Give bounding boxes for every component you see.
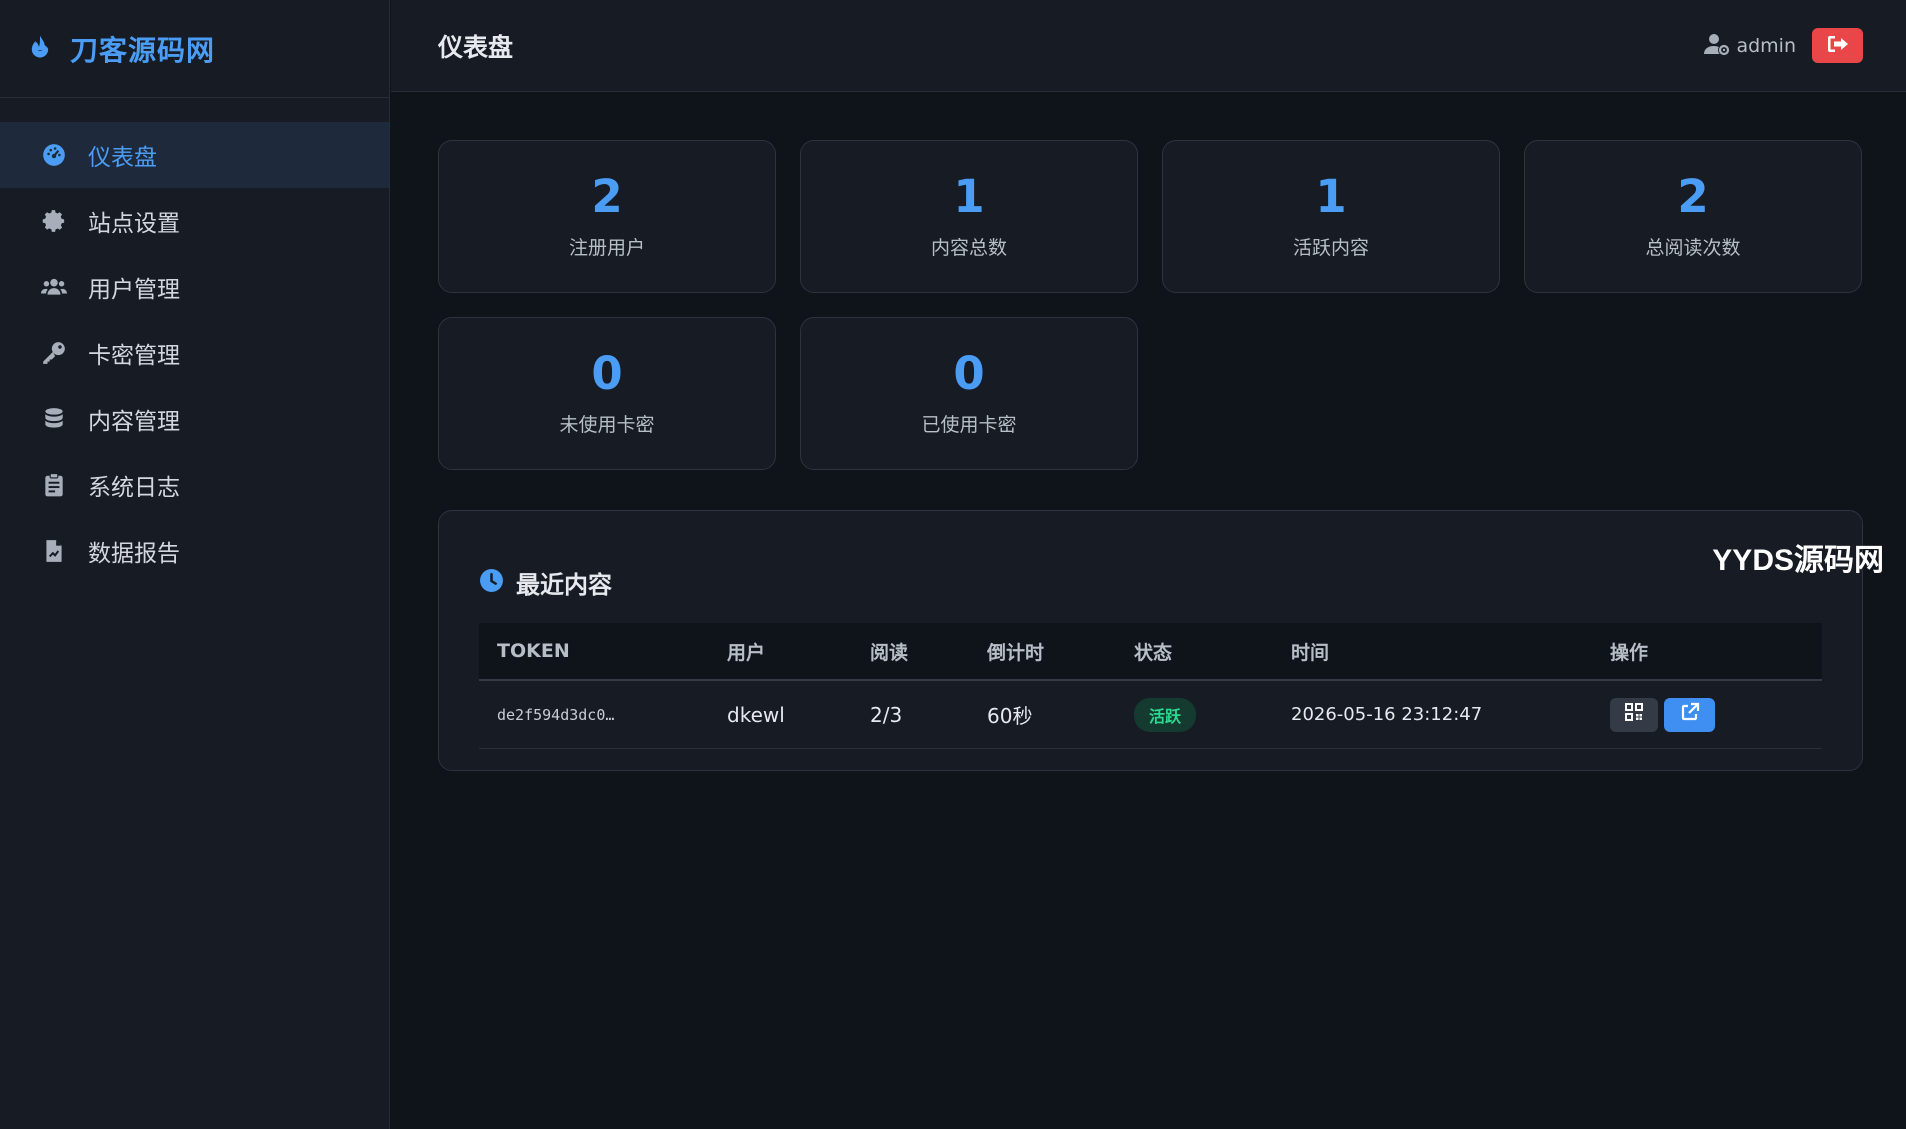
sidebar-nav: 仪表盘 站点设置 用户管理 卡密管理 内容管理 系统日志 数据报告 bbox=[0, 122, 389, 584]
watermark: YYDS源码网 bbox=[1712, 544, 1884, 577]
cell-time: 2026-05-16 23:12:47 bbox=[1291, 704, 1483, 725]
sidebar-item-user-management[interactable]: 用户管理 bbox=[0, 254, 389, 320]
stat-card-total-content: 1 内容总数 bbox=[800, 140, 1138, 293]
status-badge: 活跃 bbox=[1134, 697, 1197, 732]
column-header-countdown: 倒计时 bbox=[987, 641, 1045, 664]
gear-icon bbox=[40, 207, 68, 235]
stat-label: 总阅读次数 bbox=[1645, 236, 1741, 259]
column-header-token: TOKEN bbox=[497, 640, 570, 662]
stat-label: 活跃内容 bbox=[1292, 236, 1369, 259]
sidebar-item-label: 站点设置 bbox=[88, 211, 180, 237]
fire-icon bbox=[26, 33, 54, 65]
stat-value: 2 bbox=[591, 169, 623, 223]
sidebar-item-label: 数据报告 bbox=[88, 541, 180, 567]
sidebar-item-card-management[interactable]: 卡密管理 bbox=[0, 320, 389, 386]
brand-name: 刀客源码网 bbox=[70, 33, 216, 67]
cell-countdown: 60秒 bbox=[987, 704, 1033, 728]
table-header: TOKEN 用户 阅读 倒计时 状态 时间 操作 bbox=[479, 623, 1822, 681]
column-header-time: 时间 bbox=[1291, 641, 1330, 664]
stat-value: 1 bbox=[953, 169, 985, 223]
recent-content-table: TOKEN 用户 阅读 倒计时 状态 时间 操作 de2f594d3dc0… d… bbox=[479, 623, 1822, 749]
user-cog-icon bbox=[1704, 32, 1730, 60]
column-header-user: 用户 bbox=[727, 641, 766, 664]
clock-icon bbox=[479, 568, 504, 597]
sidebar-item-label: 卡密管理 bbox=[88, 343, 180, 369]
clipboard-icon bbox=[40, 471, 68, 499]
open-link-button[interactable] bbox=[1664, 697, 1715, 732]
sidebar-item-dashboard[interactable]: 仪表盘 bbox=[0, 122, 389, 188]
qrcode-icon bbox=[1624, 702, 1644, 727]
file-chart-icon bbox=[40, 537, 68, 565]
stat-card-registered-users: 2 注册用户 bbox=[438, 140, 776, 293]
users-icon bbox=[40, 273, 68, 301]
recent-content-title: 最近内容 bbox=[516, 570, 612, 599]
sidebar-item-system-log[interactable]: 系统日志 bbox=[0, 452, 389, 518]
stat-value: 0 bbox=[953, 346, 985, 400]
page-title: 仪表盘 bbox=[438, 32, 514, 62]
sidebar-item-content-management[interactable]: 内容管理 bbox=[0, 386, 389, 452]
column-header-actions: 操作 bbox=[1610, 641, 1649, 664]
recent-content-header: 最近内容 bbox=[479, 511, 1822, 623]
stat-label: 已使用卡密 bbox=[921, 413, 1017, 436]
main-content: 2 注册用户 1 内容总数 1 活跃内容 2 总阅读次数 0 未使用卡密 0 已… bbox=[438, 140, 1884, 771]
stat-card-unused-cards: 0 未使用卡密 bbox=[438, 317, 776, 470]
stat-card-total-reads: 2 总阅读次数 bbox=[1524, 140, 1862, 293]
stat-card-used-cards: 0 已使用卡密 bbox=[800, 317, 1138, 470]
stats-grid: 2 注册用户 1 内容总数 1 活跃内容 2 总阅读次数 0 未使用卡密 0 已… bbox=[438, 140, 1863, 470]
stat-label: 注册用户 bbox=[568, 236, 645, 259]
key-icon bbox=[40, 339, 68, 367]
stat-label: 未使用卡密 bbox=[559, 413, 655, 436]
column-header-reads: 阅读 bbox=[870, 641, 909, 664]
sidebar-item-label: 系统日志 bbox=[88, 475, 180, 501]
current-user-name: admin bbox=[1736, 34, 1796, 57]
sidebar-item-label: 内容管理 bbox=[88, 409, 180, 435]
top-header: 仪表盘 admin bbox=[391, 0, 1906, 92]
sidebar-item-site-settings[interactable]: 站点设置 bbox=[0, 188, 389, 254]
qrcode-button[interactable] bbox=[1610, 697, 1658, 732]
logout-icon bbox=[1827, 34, 1849, 58]
table-row: de2f594d3dc0… dkewl 2/3 60秒 活跃 2026-05-1… bbox=[479, 681, 1822, 749]
stat-value: 2 bbox=[1677, 169, 1709, 223]
sidebar-item-label: 仪表盘 bbox=[88, 145, 157, 171]
user-area: admin bbox=[1704, 28, 1863, 63]
cell-user: dkewl bbox=[727, 702, 785, 727]
sidebar: 刀客源码网 仪表盘 站点设置 用户管理 卡密管理 内容管理 系统日志 数据报告 bbox=[0, 0, 390, 1129]
logout-button[interactable] bbox=[1812, 28, 1863, 63]
stat-value: 0 bbox=[591, 346, 623, 400]
cell-status: 活跃 bbox=[1134, 697, 1291, 732]
column-header-status: 状态 bbox=[1134, 641, 1173, 664]
cell-reads: 2/3 bbox=[870, 702, 903, 727]
stat-card-active-content: 1 活跃内容 bbox=[1162, 140, 1500, 293]
cell-token: de2f594d3dc0… bbox=[497, 705, 615, 724]
recent-content-panel: 最近内容 YYDS源码网 TOKEN 用户 阅读 倒计时 状态 时间 操作 de… bbox=[438, 510, 1884, 771]
dashboard-icon bbox=[40, 141, 68, 169]
sidebar-item-data-report[interactable]: 数据报告 bbox=[0, 518, 389, 584]
brand[interactable]: 刀客源码网 bbox=[0, 0, 389, 98]
stat-value: 1 bbox=[1315, 169, 1347, 223]
external-link-icon bbox=[1680, 702, 1700, 727]
sidebar-item-label: 用户管理 bbox=[88, 277, 180, 303]
cell-actions bbox=[1610, 697, 1822, 732]
database-icon bbox=[40, 405, 68, 433]
stat-label: 内容总数 bbox=[930, 236, 1007, 259]
